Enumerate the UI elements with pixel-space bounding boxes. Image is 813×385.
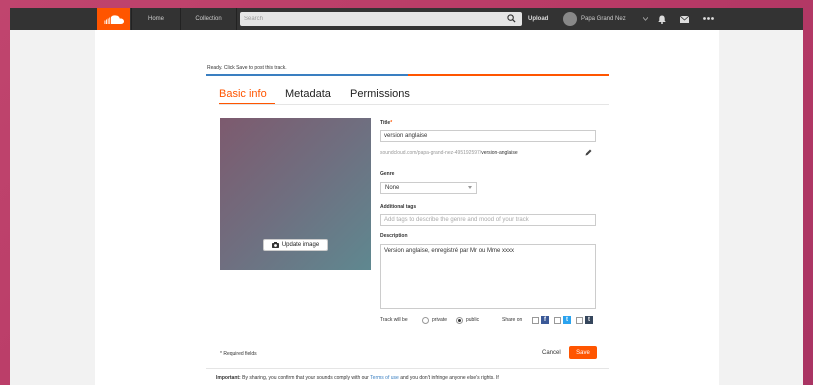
title-input[interactable]: version anglaise xyxy=(380,130,596,142)
tumblr-icon: t xyxy=(585,316,593,324)
nav-home-link[interactable]: Home xyxy=(131,8,181,30)
upload-status-text: Ready. Click Save to post this track. xyxy=(207,65,287,71)
camera-icon xyxy=(271,242,279,248)
bell-icon[interactable] xyxy=(658,15,666,24)
tags-label: Additional tags xyxy=(380,204,417,210)
description-label: Description xyxy=(380,233,408,239)
required-fields-note: * Required fields xyxy=(220,351,257,357)
important-text-2: and you don't infringe anyone else's rig… xyxy=(400,375,499,381)
description-textarea[interactable]: Version anglaise, enregistré par Mr ou M… xyxy=(380,244,596,309)
select-arrow-icon xyxy=(468,186,472,189)
share-tumblr-checkbox[interactable] xyxy=(576,317,583,324)
update-image-label: Update image xyxy=(281,242,320,248)
permalink-base: soundcloud.com/papa-grand-nez-495192597/ xyxy=(380,150,482,156)
top-navigation-bar: Home Collection Upload Papa Grand Nez xyxy=(10,8,803,30)
user-menu-name[interactable]: Papa Grand Nez xyxy=(581,8,626,30)
title-label: Title* xyxy=(380,120,393,126)
upload-link[interactable]: Upload xyxy=(528,8,548,30)
avatar[interactable] xyxy=(563,12,577,26)
more-options-icon[interactable] xyxy=(703,17,714,20)
chevron-down-icon[interactable] xyxy=(643,17,648,21)
search-icon[interactable] xyxy=(507,14,516,23)
upload-page: Ready. Click Save to post this track. Ba… xyxy=(95,30,719,385)
genre-select[interactable]: None xyxy=(380,182,477,194)
tab-basic-info[interactable]: Basic info xyxy=(219,88,267,100)
terms-of-use-link[interactable]: Terms of use xyxy=(370,375,399,381)
share-twitter-checkbox[interactable] xyxy=(554,317,561,324)
footer-divider xyxy=(206,368,609,369)
share-facebook-checkbox[interactable] xyxy=(532,317,539,324)
nav-collection-link[interactable]: Collection xyxy=(181,8,237,30)
tabs-divider xyxy=(219,104,609,105)
cancel-button[interactable]: Cancel xyxy=(542,350,561,356)
upload-progress-bar xyxy=(206,74,609,76)
permalink: soundcloud.com/papa-grand-nez-495192597/… xyxy=(380,150,518,156)
facebook-icon: f xyxy=(541,316,549,324)
soundcloud-logo[interactable] xyxy=(97,8,130,30)
browser-window: Home Collection Upload Papa Grand Nez xyxy=(10,8,803,385)
tab-permissions[interactable]: Permissions xyxy=(350,88,410,100)
important-text: By sharing, you confirm that your sounds… xyxy=(242,375,369,381)
privacy-private-label: private xyxy=(432,317,448,323)
important-note: Important: By sharing, you confirm that … xyxy=(216,375,606,382)
permalink-slug: version-anglaise xyxy=(481,150,518,156)
mail-icon[interactable] xyxy=(680,16,689,23)
edit-pencil-icon[interactable] xyxy=(584,148,593,157)
tags-placeholder: Add tags to describe the genre and mood … xyxy=(384,217,529,223)
privacy-label: Track will be xyxy=(380,317,408,323)
search-bar xyxy=(240,12,522,26)
genre-select-value: None xyxy=(385,185,400,191)
privacy-public-radio[interactable] xyxy=(456,317,463,324)
share-label: Share on xyxy=(502,317,523,323)
update-image-button[interactable]: Update image xyxy=(263,239,328,251)
search-input[interactable] xyxy=(240,12,502,26)
tab-metadata[interactable]: Metadata xyxy=(285,88,331,100)
upload-progress-fill xyxy=(206,74,408,76)
track-artwork: Update image xyxy=(220,118,371,270)
soundcloud-cloud-icon xyxy=(104,14,124,24)
genre-label: Genre xyxy=(380,171,395,177)
important-label: Important: xyxy=(216,375,241,381)
twitter-icon: t xyxy=(563,316,571,324)
privacy-private-radio[interactable] xyxy=(422,317,429,324)
privacy-public-label: public xyxy=(466,317,480,323)
tags-input[interactable]: Add tags to describe the genre and mood … xyxy=(380,214,596,226)
save-button[interactable]: Save xyxy=(569,346,597,359)
